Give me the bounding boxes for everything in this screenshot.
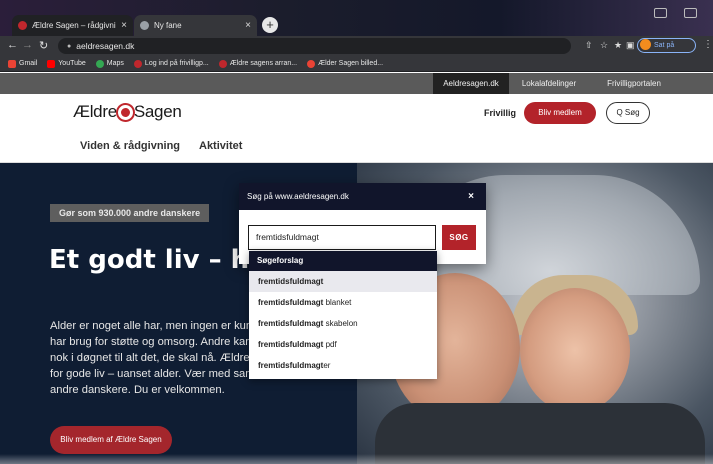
bookmarks-bar: Gmail YouTube Maps Log ind på frivilligp… [0, 56, 713, 72]
aeldresagen-favicon-icon [133, 59, 142, 68]
suggestions-header: Søgeforslag [249, 251, 437, 271]
bookmark-maps[interactable]: Maps [95, 59, 124, 68]
suggestion-item[interactable]: fremtidsfuldmagt [249, 271, 437, 292]
bookmark-youtube[interactable]: YouTube [47, 59, 86, 68]
utility-link-aeldresagen[interactable]: Aeldresagen.dk [433, 73, 509, 94]
search-input[interactable]: fremtidsfuldmagt [248, 225, 436, 250]
site-header: Ældre Sagen Frivillig Bliv medlem Q Søg [0, 94, 713, 130]
share-icon[interactable]: ⇧ [585, 40, 593, 51]
maps-pin-icon [95, 59, 104, 68]
suggestion-match: fremtidsfuldmagt [258, 319, 324, 328]
photos-icon [307, 59, 316, 68]
nav-viden-raadgivning[interactable]: Viden & rådgivning [80, 140, 180, 152]
restore-window-icon[interactable] [654, 8, 667, 18]
profile-avatar[interactable] [640, 39, 651, 50]
bookmark-frivilligportal[interactable]: Log ind på frivilligp... [133, 59, 209, 68]
tab-title: Ældre Sagen – rådgivning, aktivi [32, 21, 116, 30]
bookmark-arrangementer[interactable]: Ældre sagens arran... [218, 59, 298, 68]
aeldresagen-favicon-icon [218, 59, 227, 68]
suggestion-match: fremtidsfuldmagt [258, 298, 324, 307]
bookmark-label: Ælder Sagen billed... [318, 60, 384, 67]
hero-fade [0, 454, 713, 464]
gmail-icon [8, 59, 16, 68]
address-bar[interactable]: ● aeldresagen.dk [58, 38, 571, 54]
suggestion-rest: er [323, 361, 331, 370]
suggestion-item[interactable]: fremtidsfuldmagt skabelon [249, 313, 437, 334]
close-tab-icon[interactable]: × [121, 20, 127, 31]
suggestion-match: fremtidsfuldmagt [258, 361, 324, 370]
url-text: aeldresagen.dk [76, 41, 135, 51]
search-suggestions: Søgeforslag fremtidsfuldmagt fremtidsful… [249, 251, 437, 379]
tab-aeldresagen[interactable]: Ældre Sagen – rådgivning, aktivi × [12, 15, 133, 36]
web-page: Aeldresagen.dk Lokalafdelinger Frivillig… [0, 73, 713, 464]
chrome-favicon-icon [140, 21, 149, 30]
toolbar: ← → ↻ ● aeldresagen.dk ⇧ ☆ ★ ▣ Sat på pa… [0, 36, 713, 62]
bookmark-label: Maps [106, 60, 124, 67]
suggestion-rest: pdf [323, 340, 337, 349]
lock-icon: ● [67, 42, 72, 50]
utility-link-frivilligportalen[interactable]: Frivilligportalen [589, 73, 679, 94]
suggestion-item[interactable]: fremtidsfuldmagt blanket [249, 292, 437, 313]
hero-tag: Gør som 930.000 andre danskere [50, 204, 210, 222]
bookmark-label: Gmail [19, 60, 38, 67]
main-nav: Viden & rådgivning Aktivitet [0, 130, 713, 163]
hero-become-member-button[interactable]: Bliv medlem af Ældre Sagen [50, 426, 172, 454]
site-logo[interactable]: Ældre Sagen [73, 102, 182, 122]
suggestion-match: fremtidsfuldmagt [258, 277, 324, 286]
tab-title: Ny fane [154, 21, 182, 30]
bookmark-label: Log ind på frivilligp... [144, 60, 209, 67]
bookmark-gmail[interactable]: Gmail [8, 59, 38, 68]
suggestion-item[interactable]: fremtidsfuldmagter [249, 355, 437, 376]
suggestion-match: fremtidsfuldmagt [258, 340, 324, 349]
tab-strip: Ældre Sagen – rådgivning, aktivi × Ny fa… [0, 0, 713, 36]
utility-nav: Aeldresagen.dk Lokalafdelinger Frivillig… [0, 73, 713, 94]
aeldresagen-favicon-icon [18, 21, 27, 30]
bookmark-star-icon[interactable]: ☆ [600, 40, 608, 51]
become-member-button[interactable]: Bliv medlem [524, 102, 596, 124]
back-arrow-icon[interactable]: ← [7, 39, 18, 51]
extensions-icon[interactable]: ★ [614, 40, 622, 51]
bookmark-label: Ældre sagens arran... [229, 60, 298, 67]
logo-text-right: Sagen [133, 102, 182, 121]
menu-dots-icon[interactable]: ⋮ [703, 39, 713, 50]
reload-icon[interactable]: ↻ [39, 39, 48, 52]
close-window-icon[interactable] [684, 8, 697, 18]
hero-photo-detail [520, 288, 630, 413]
suggestion-item[interactable]: fremtidsfuldmagt pdf [249, 334, 437, 355]
browser-window: Ældre Sagen – rådgivning, aktivi × Ny fa… [0, 0, 713, 464]
suggestion-rest: skabelon [323, 319, 358, 328]
forward-arrow-icon[interactable]: → [22, 39, 33, 51]
close-tab-icon[interactable]: × [245, 20, 251, 31]
tab-new-tab[interactable]: Ny fane × [134, 15, 257, 36]
bookmark-billeder[interactable]: Ælder Sagen billed... [307, 59, 384, 68]
side-panel-icon[interactable]: ▣ [626, 40, 635, 51]
youtube-icon [47, 59, 56, 68]
logo-swirl-icon [117, 104, 133, 120]
search-submit-button[interactable]: SØG [442, 225, 476, 250]
bookmark-label: YouTube [58, 60, 86, 67]
suggestion-rest: blanket [323, 298, 352, 307]
nav-aktiviteter[interactable]: Aktivitet [199, 140, 242, 152]
logo-text-left: Ældre [73, 102, 117, 121]
modal-header: Søg på www.aeldresagen.dk × [239, 183, 486, 210]
modal-title: Søg på www.aeldresagen.dk [247, 192, 349, 201]
close-icon[interactable]: × [468, 183, 474, 210]
frivillig-link[interactable]: Frivillig [484, 108, 516, 118]
new-tab-button[interactable]: + [262, 17, 278, 33]
search-button[interactable]: Q Søg [606, 102, 650, 124]
utility-link-lokalafdelinger[interactable]: Lokalafdelinger [509, 73, 589, 94]
